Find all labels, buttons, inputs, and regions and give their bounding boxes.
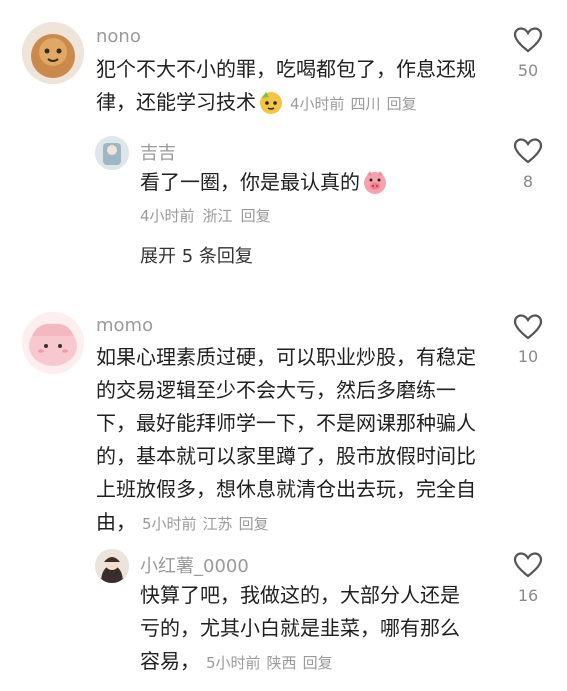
avatar[interactable] [22, 22, 84, 84]
reply-text: 快算了吧，我做这的，大部分人还是 亏的，尤其小白就是韭菜，哪有那么 容易， 5小时… [140, 579, 500, 680]
reply-line: 容易， [140, 649, 200, 673]
comment-text: 犯个不大不小的罪，吃喝都包了，作息还规 律，还能学习技术 4小时前 四川 回复 [96, 53, 516, 121]
comment-meta: 4小时前 四川 回复 [290, 95, 417, 113]
timestamp: 5小时前 [142, 515, 197, 533]
like-count: 8 [522, 172, 534, 191]
comment-line: 如果心理素质过硬，可以职业炒股，有稳定 [96, 345, 476, 369]
username[interactable]: 吉吉 [140, 139, 176, 165]
avatar[interactable] [22, 312, 84, 374]
expand-replies-button[interactable]: 展开 5 条回复 [140, 242, 253, 268]
cute-face-icon [260, 92, 282, 114]
comment-line: 下，最好能拜师学一下，不是网课那种骗人 [96, 411, 476, 435]
comment-line: 的交易逻辑至少不会大亏，然后多磨练一 [96, 378, 456, 402]
heart-icon[interactable] [513, 26, 543, 54]
timestamp: 4小时前 [290, 95, 345, 113]
location: 浙江 [202, 207, 233, 225]
comment-line-last: 律，还能学习技术 4小时前 四川 回复 [96, 86, 516, 121]
reply-button[interactable]: 回复 [387, 95, 417, 113]
reply-button[interactable]: 回复 [239, 515, 269, 533]
username[interactable]: 小红薯_0000 [140, 552, 249, 578]
timestamp: 5小时前 [206, 654, 261, 672]
heart-icon[interactable] [513, 313, 543, 341]
comment-line: 犯个不大不小的罪，吃喝都包了，作息还规 [96, 57, 476, 81]
reply-meta: 4小时前 浙江 回复 [140, 205, 271, 226]
like-count: 50 [517, 61, 539, 80]
location: 四川 [350, 95, 381, 113]
location: 江苏 [202, 515, 233, 533]
avatar[interactable] [95, 549, 129, 583]
comment-section: nono 犯个不大不小的罪，吃喝都包了，作息还规 律，还能学习技术 4小时前 四川… [0, 0, 567, 691]
username[interactable]: nono [96, 26, 141, 47]
comment-line: 由， [96, 510, 136, 534]
username[interactable]: momo [96, 315, 153, 336]
reply-meta: 5小时前 陕西 回复 [206, 654, 333, 672]
comment-line: 上班放假多，想休息就清仓出去玩，完全自 [96, 477, 476, 501]
comment-line-last: 由， 5小时前 江苏 回复 [96, 506, 516, 541]
avatar-image [22, 22, 84, 84]
like-count: 10 [517, 347, 539, 366]
pig-face-icon [364, 171, 386, 194]
avatar-image [95, 549, 129, 583]
reply-button[interactable]: 回复 [303, 654, 333, 672]
reply-line: 看了一圈，你是最认真的 [140, 170, 360, 194]
timestamp: 4小时前 [140, 207, 195, 225]
like-count: 16 [517, 586, 539, 605]
reply-line: 快算了吧，我做这的，大部分人还是 [140, 583, 460, 607]
reply-text: 看了一圈，你是最认真的 [140, 166, 388, 199]
avatar[interactable] [95, 136, 129, 170]
comment-line: 律，还能学习技术 [96, 90, 256, 114]
location: 陕西 [266, 654, 297, 672]
reply-button[interactable]: 回复 [241, 207, 271, 225]
avatar-image [22, 312, 84, 374]
heart-icon[interactable] [513, 137, 543, 165]
comment-text: 如果心理素质过硬，可以职业炒股，有稳定 的交易逻辑至少不会大亏，然后多磨练一 下… [96, 341, 516, 541]
reply-line: 亏的，尤其小白就是韭菜，哪有那么 [140, 616, 460, 640]
heart-icon[interactable] [513, 551, 543, 579]
reply-line-last: 容易， 5小时前 陕西 回复 [140, 645, 500, 680]
avatar-image [95, 136, 129, 170]
comment-line: 的，基本就可以家里蹲了，股市放假时间比 [96, 444, 476, 468]
comment-meta: 5小时前 江苏 回复 [142, 515, 269, 533]
